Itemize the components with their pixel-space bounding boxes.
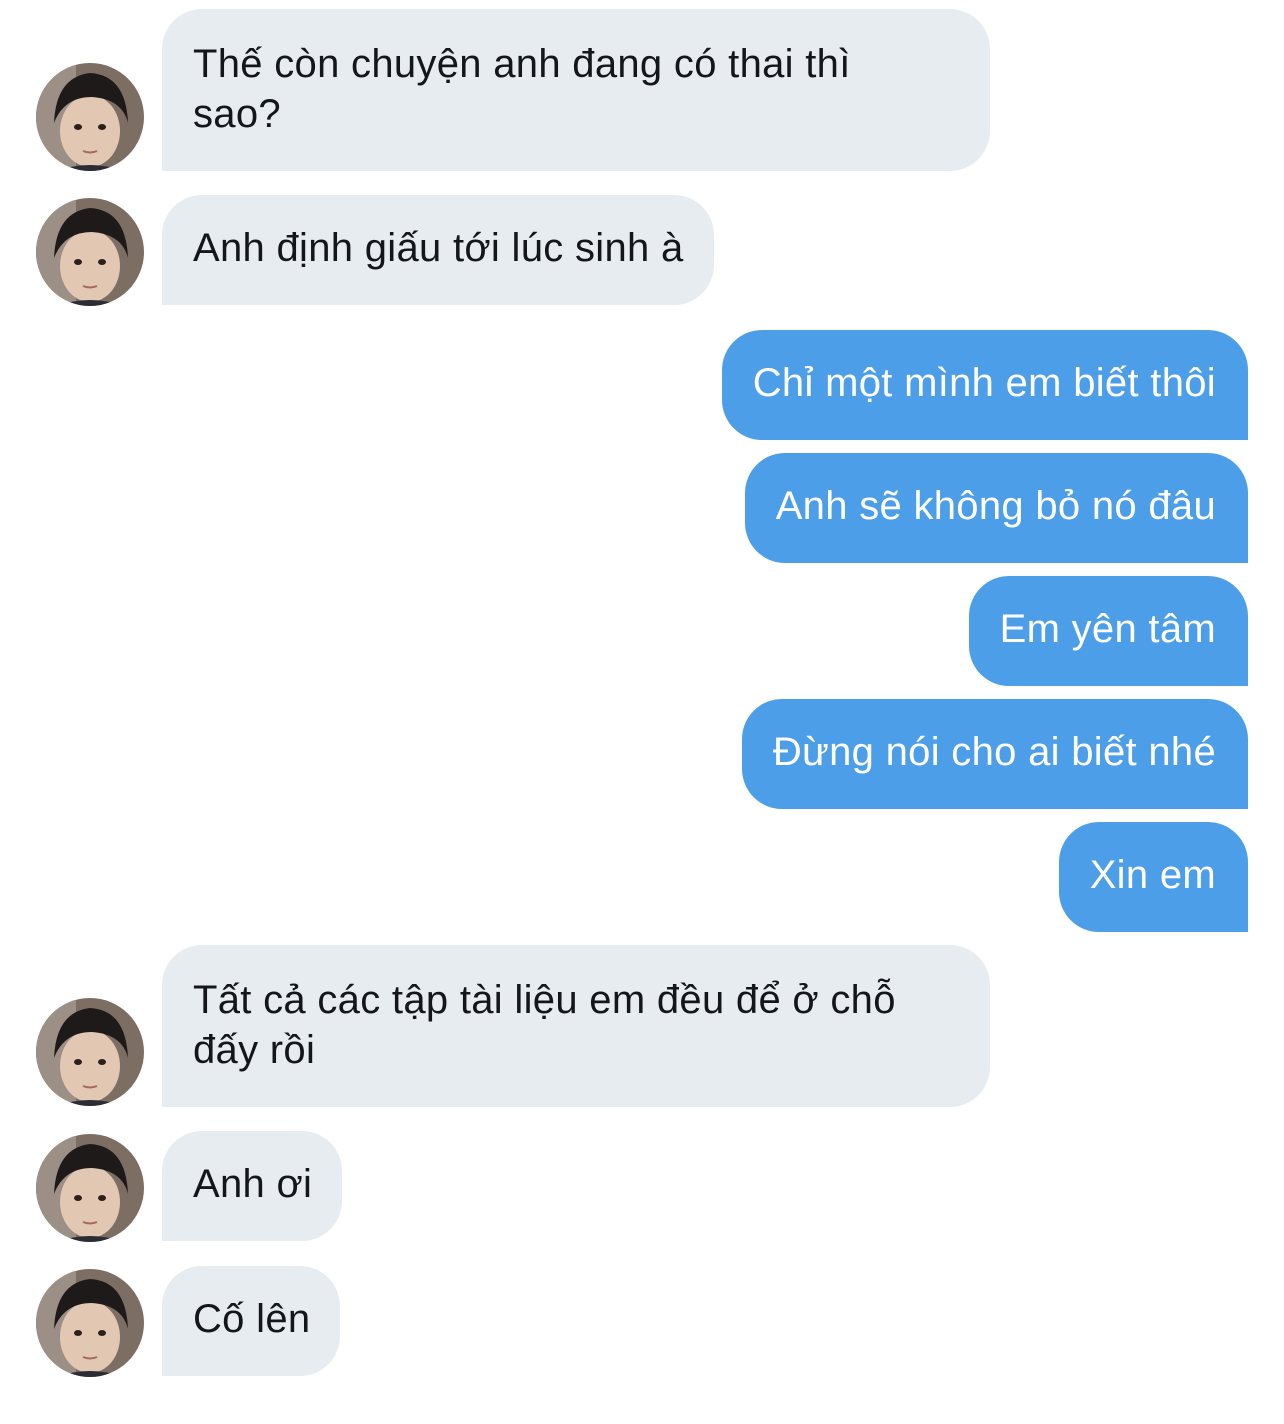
message-text: Em yên tâm	[999, 607, 1216, 651]
message-text: đấy rồi	[193, 1028, 316, 1072]
message-bubble-outgoing[interactable]: Xin em	[1058, 822, 1248, 932]
message-text: Chỉ một mình em biết thôi	[752, 361, 1216, 405]
message-text: Thế còn chuyện anh đang có thai thì	[193, 42, 851, 86]
message-bubble-incoming[interactable]: Anh định giấu tới lúc sinh à	[162, 195, 714, 305]
message-bubble-incoming[interactable]: Tất cả các tập tài liệu em đều để ở chỗ …	[162, 945, 990, 1107]
avatar[interactable]	[36, 198, 144, 306]
avatar[interactable]	[36, 1269, 144, 1377]
message-bubble-incoming[interactable]: Anh ơi	[162, 1131, 343, 1241]
message-text: Anh định giấu tới lúc sinh à	[193, 226, 684, 270]
message-text: Tất cả các tập tài liệu em đều để ở chỗ	[193, 978, 896, 1022]
message-bubble-incoming[interactable]: Thế còn chuyện anh đang có thai thì sao?	[162, 9, 990, 171]
message-text: Anh ơi	[193, 1162, 313, 1206]
avatar-photo	[36, 998, 144, 1106]
message-bubble-outgoing[interactable]: Em yên tâm	[968, 576, 1248, 686]
avatar-photo	[36, 198, 144, 306]
avatar[interactable]	[36, 1134, 144, 1242]
message-bubble-outgoing[interactable]: Anh sẽ không bỏ nó đâu	[744, 453, 1248, 563]
avatar-photo	[36, 1134, 144, 1242]
message-text: Anh sẽ không bỏ nó đâu	[775, 484, 1216, 528]
message-text: Xin em	[1089, 853, 1216, 897]
message-bubble-outgoing[interactable]: Chỉ một mình em biết thôi	[721, 330, 1248, 440]
message-text: sao?	[193, 92, 281, 136]
avatar-photo	[36, 1269, 144, 1377]
avatar[interactable]	[36, 63, 144, 171]
message-bubble-outgoing[interactable]: Đừng nói cho ai biết nhé	[741, 699, 1248, 809]
avatar-photo	[36, 63, 144, 171]
message-text: Đừng nói cho ai biết nhé	[772, 730, 1216, 774]
avatar[interactable]	[36, 998, 144, 1106]
message-bubble-incoming[interactable]: Cố lên	[162, 1266, 341, 1376]
message-text: Cố lên	[193, 1297, 311, 1341]
